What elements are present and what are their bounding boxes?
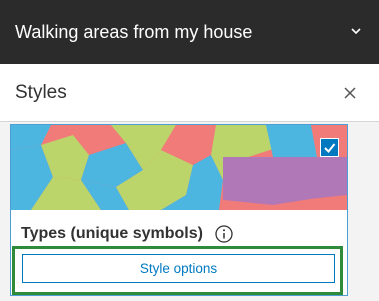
close-icon[interactable] (343, 86, 357, 100)
info-icon[interactable] (215, 225, 233, 243)
app-header[interactable]: Walking areas from my house (0, 0, 379, 64)
styles-panel-header: Styles (0, 64, 379, 122)
map-title: Walking areas from my house (15, 21, 253, 42)
checkmark-icon (324, 143, 336, 153)
style-type-label: Types (unique symbols) (21, 225, 203, 242)
style-preview-map (11, 125, 347, 210)
chevron-down-icon[interactable] (349, 24, 363, 38)
style-type-row: Types (unique symbols) (21, 225, 233, 243)
style-options-button[interactable]: Style options (22, 254, 335, 283)
style-selected-checkbox[interactable] (320, 138, 339, 157)
panel-title: Styles (15, 81, 67, 103)
